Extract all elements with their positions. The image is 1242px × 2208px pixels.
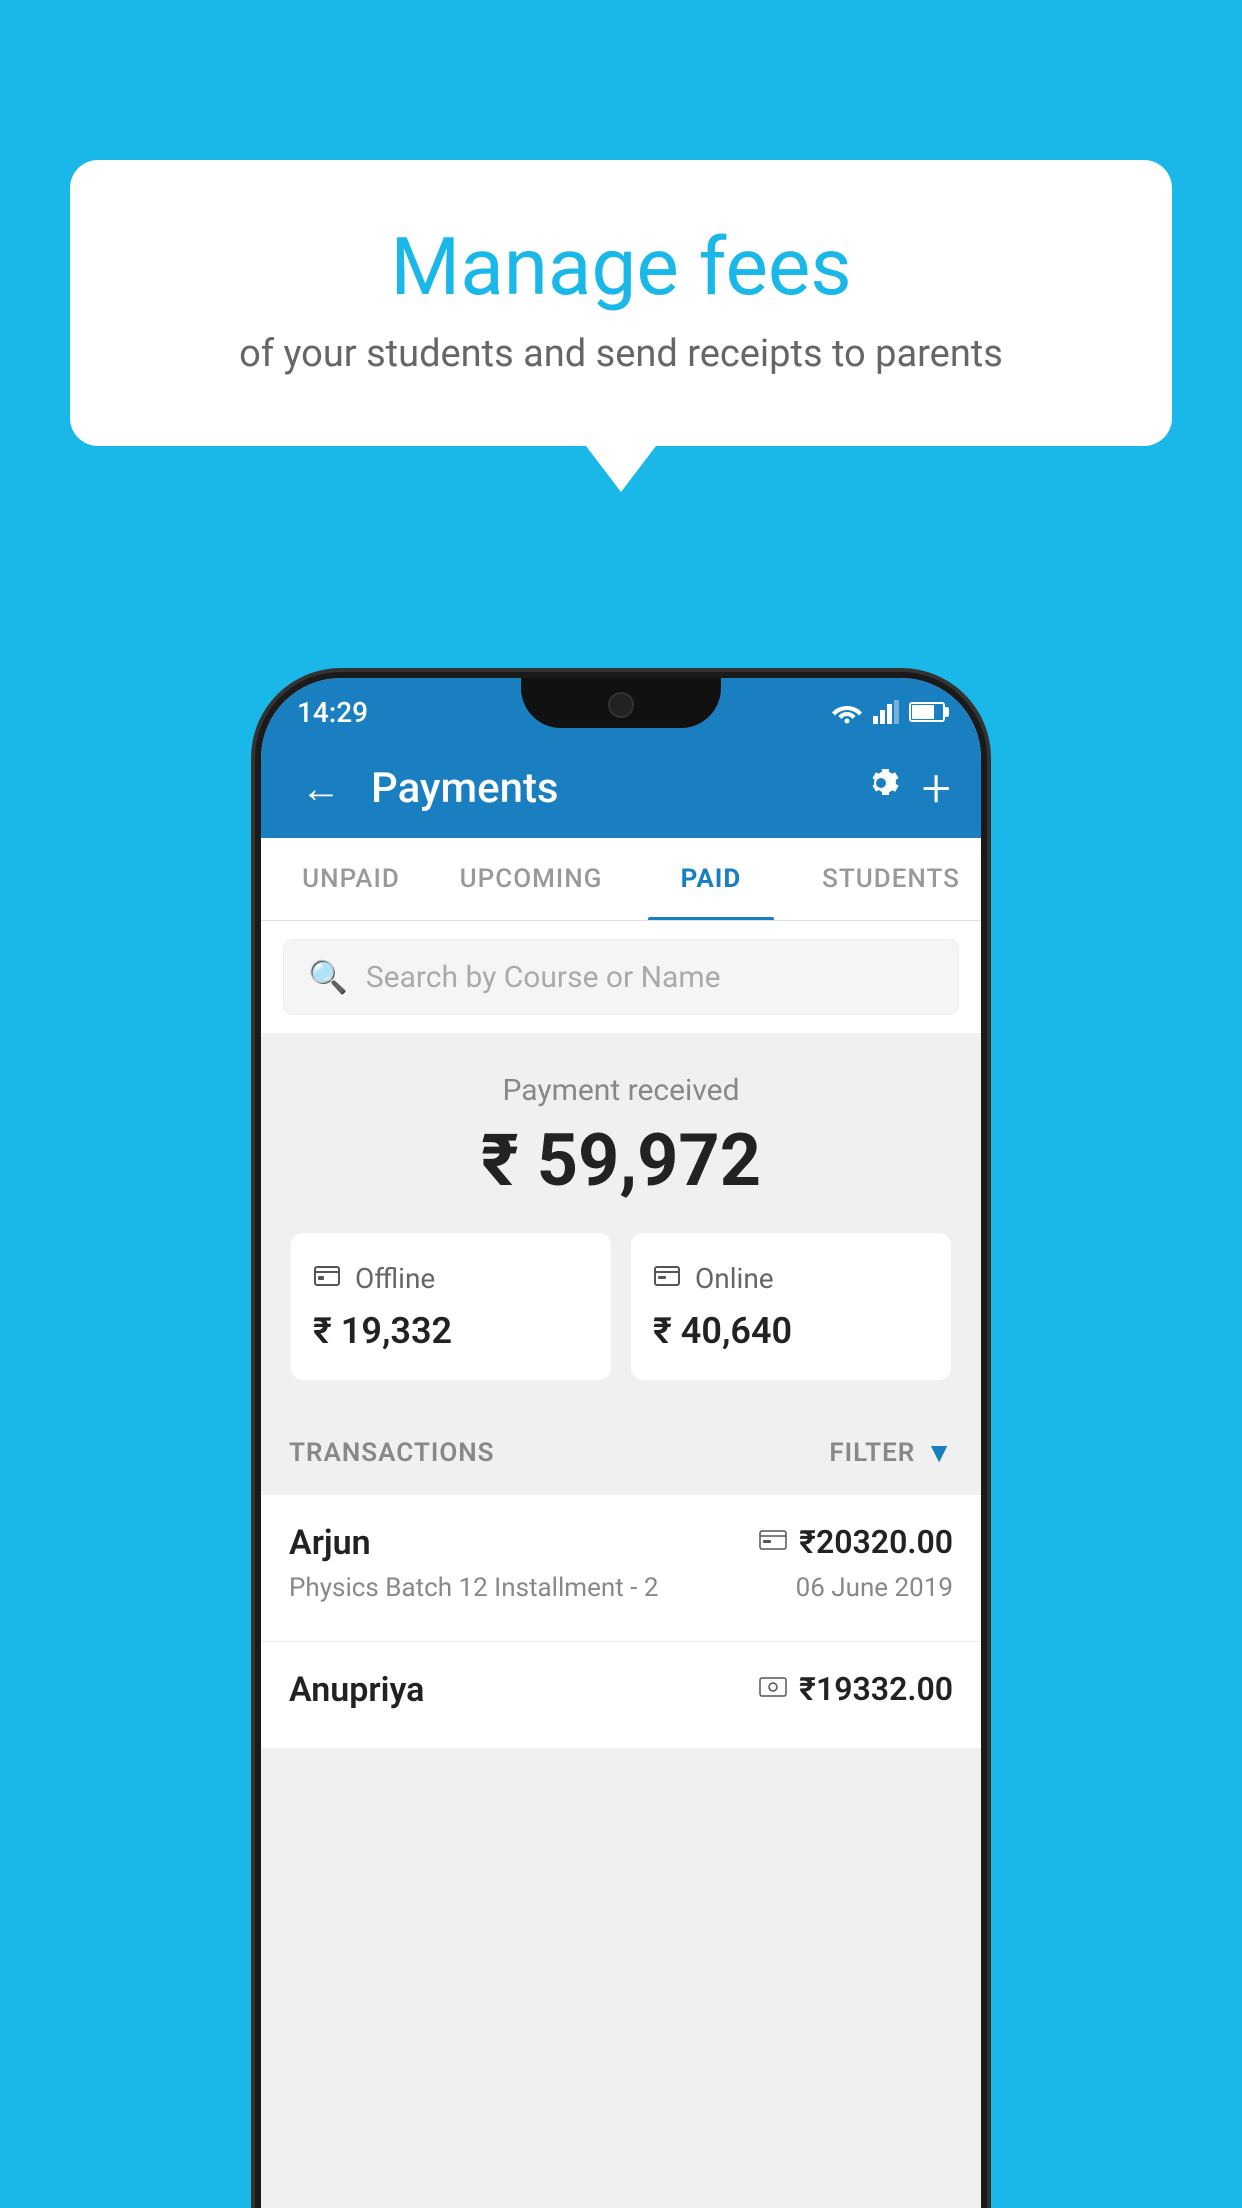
signal-icon (873, 700, 899, 724)
settings-icon[interactable] (860, 762, 902, 815)
payment-cards: Offline ₹ 19,332 (291, 1233, 951, 1380)
offline-type-label: Offline (355, 1262, 435, 1295)
phone-camera (608, 692, 634, 718)
tab-unpaid[interactable]: UNPAID (261, 838, 441, 920)
transaction-amount-row: ₹19332.00 (759, 1670, 953, 1708)
transaction-amount: ₹19332.00 (799, 1670, 953, 1708)
transaction-date: 06 June 2019 (796, 1573, 953, 1603)
tabs-container: UNPAID UPCOMING PAID STUDENTS (261, 838, 981, 921)
payment-type-icon (759, 1527, 787, 1557)
online-amount: ₹ 40,640 (653, 1310, 929, 1352)
search-bar[interactable]: 🔍 Search by Course or Name (283, 939, 959, 1015)
transaction-list: Arjun ₹20320.00 (261, 1495, 981, 1749)
app-header: ← Payments + (261, 738, 981, 838)
speech-bubble: Manage fees of your students and send re… (70, 160, 1172, 446)
tab-upcoming[interactable]: UPCOMING (441, 838, 621, 920)
filter-icon: ▼ (925, 1436, 953, 1469)
wifi-icon (831, 700, 863, 724)
transaction-name: Arjun (289, 1523, 371, 1563)
background: Manage fees of your students and send re… (0, 0, 1242, 2208)
transaction-name: Anupriya (289, 1670, 424, 1710)
online-icon (653, 1261, 681, 1296)
page-title: Payments (371, 764, 840, 813)
battery-icon (909, 702, 945, 722)
payment-received-section: Payment received ₹ 59,972 (261, 1033, 981, 1410)
speech-bubble-container: Manage fees of your students and send re… (70, 160, 1172, 446)
bubble-title: Manage fees (150, 220, 1092, 314)
header-actions: + (860, 758, 951, 819)
online-type-label: Online (695, 1262, 774, 1295)
cash-payment-icon (759, 1674, 787, 1704)
tab-students[interactable]: STUDENTS (801, 838, 981, 920)
phone-notch (521, 678, 721, 728)
phone-screen: 14:29 (261, 678, 981, 2208)
phone-frame: 14:29 (261, 678, 981, 2208)
transaction-amount-row: ₹20320.00 (759, 1523, 953, 1561)
offline-amount: ₹ 19,332 (313, 1310, 589, 1352)
online-payment-card: Online ₹ 40,640 (631, 1233, 951, 1380)
transaction-detail: Physics Batch 12 Installment - 2 (289, 1573, 658, 1603)
add-button[interactable]: + (922, 758, 951, 819)
search-icon: 🔍 (308, 958, 348, 996)
payment-total-amount: ₹ 59,972 (291, 1118, 951, 1203)
status-time: 14:29 (297, 696, 368, 729)
table-row[interactable]: Anupriya ₹19332.00 (261, 1642, 981, 1749)
offline-icon (313, 1261, 341, 1296)
payment-received-label: Payment received (291, 1073, 951, 1108)
tab-paid[interactable]: PAID (621, 838, 801, 920)
filter-label: FILTER (829, 1438, 915, 1468)
search-input[interactable]: Search by Course or Name (366, 960, 721, 995)
offline-payment-card: Offline ₹ 19,332 (291, 1233, 611, 1380)
table-row[interactable]: Arjun ₹20320.00 (261, 1495, 981, 1642)
bubble-subtitle: of your students and send receipts to pa… (150, 332, 1092, 376)
filter-button[interactable]: FILTER ▼ (829, 1436, 953, 1469)
transaction-amount: ₹20320.00 (799, 1523, 953, 1561)
back-button[interactable]: ← (291, 755, 351, 822)
transactions-label: TRANSACTIONS (289, 1438, 495, 1468)
transactions-header: TRANSACTIONS FILTER ▼ (261, 1410, 981, 1495)
status-icons (831, 700, 945, 724)
search-container: 🔍 Search by Course or Name (261, 921, 981, 1033)
